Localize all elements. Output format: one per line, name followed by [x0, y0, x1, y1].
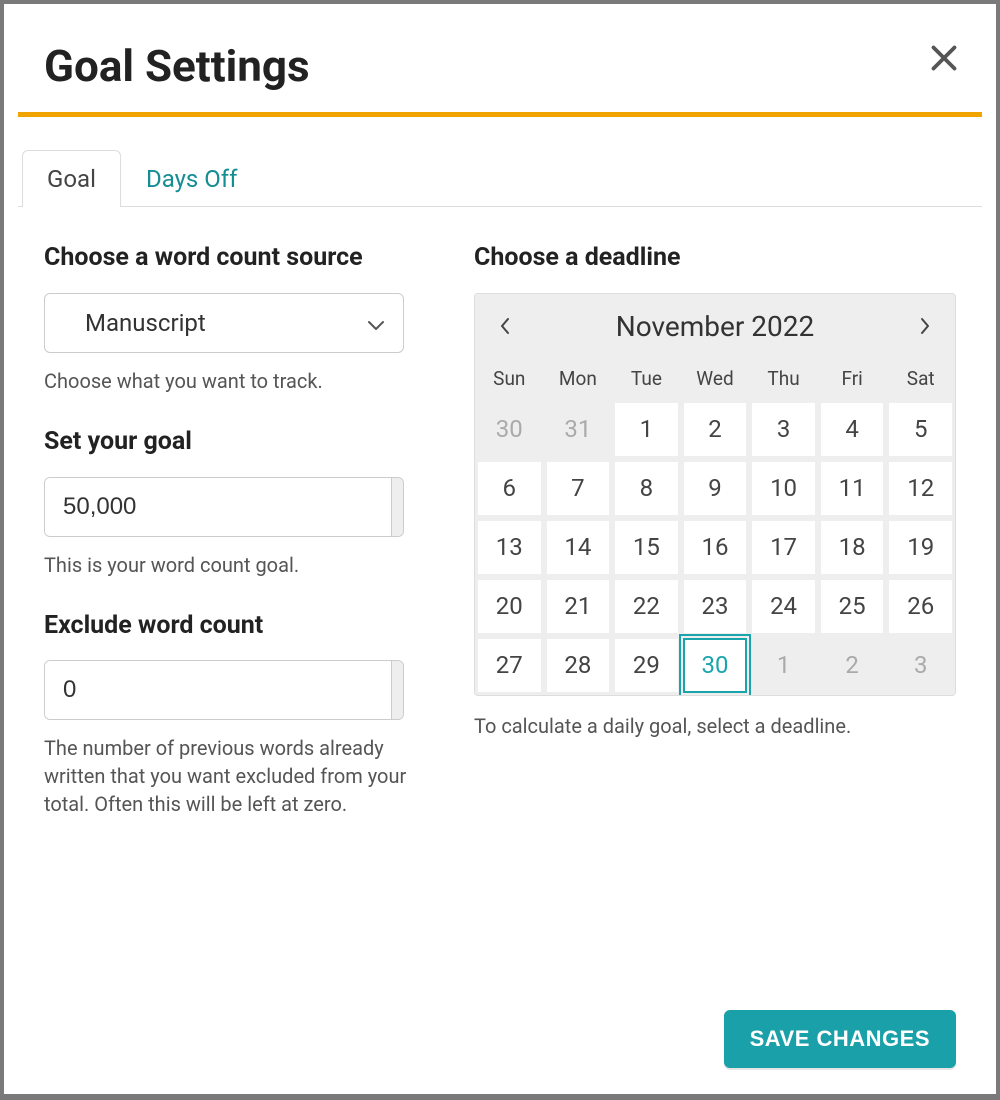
calendar-day[interactable]: 28: [546, 638, 611, 693]
calendar-day[interactable]: 8: [614, 461, 679, 516]
calendar-day: 2: [820, 638, 885, 693]
calendar-day[interactable]: 11: [820, 461, 885, 516]
calendar-day[interactable]: 25: [820, 579, 885, 634]
chevron-right-icon: [919, 317, 931, 335]
calendar-dow: Wed: [681, 359, 750, 400]
calendar-day[interactable]: 15: [614, 520, 679, 575]
goal-input-group: words: [44, 477, 404, 537]
close-button[interactable]: [926, 40, 962, 76]
source-value: Manuscript: [85, 309, 206, 337]
calendar-next-button[interactable]: [913, 314, 937, 338]
calendar-day[interactable]: 9: [683, 461, 748, 516]
right-column: Choose a deadline November 2022 SunMonTu…: [474, 241, 956, 848]
calendar-day[interactable]: 26: [888, 579, 953, 634]
source-helper: Choose what you want to track.: [44, 367, 444, 395]
calendar-day[interactable]: 5: [888, 402, 953, 457]
goal-helper: This is your word count goal.: [44, 551, 444, 579]
modal-footer: SAVE CHANGES: [724, 1010, 956, 1068]
calendar-day[interactable]: 23: [683, 579, 748, 634]
calendar-dow: Fri: [818, 359, 887, 400]
tab-days-off[interactable]: Days Off: [121, 150, 263, 207]
calendar-day[interactable]: 19: [888, 520, 953, 575]
exclude-input-group: words: [44, 660, 404, 720]
tabs: Goal Days Off: [18, 149, 982, 207]
calendar-day: 1: [751, 638, 816, 693]
tab-goal[interactable]: Goal: [22, 150, 121, 207]
calendar-day[interactable]: 4: [820, 402, 885, 457]
calendar-day[interactable]: 10: [751, 461, 816, 516]
calendar-day[interactable]: 16: [683, 520, 748, 575]
calendar-dow: Sun: [475, 359, 544, 400]
calendar-day: 30: [477, 402, 542, 457]
calendar-day[interactable]: 14: [546, 520, 611, 575]
deadline-helper: To calculate a daily goal, select a dead…: [474, 714, 956, 738]
exclude-suffix: words: [391, 661, 404, 719]
calendar-day[interactable]: 12: [888, 461, 953, 516]
save-changes-button[interactable]: SAVE CHANGES: [724, 1010, 956, 1068]
chevron-down-icon: [367, 309, 385, 337]
close-icon: [926, 40, 962, 76]
goal-title: Set your goal: [44, 425, 444, 459]
calendar-day[interactable]: 22: [614, 579, 679, 634]
calendar-prev-button[interactable]: [493, 314, 517, 338]
goal-input[interactable]: [45, 478, 391, 536]
calendar-month-label: November 2022: [616, 310, 814, 343]
source-section: Choose a word count source Manuscript Ch…: [44, 241, 444, 395]
exclude-section: Exclude word count words The number of p…: [44, 609, 444, 819]
calendar-day[interactable]: 27: [477, 638, 542, 693]
deadline-calendar: November 2022 SunMonTueWedThuFriSat30311…: [474, 293, 956, 696]
calendar-day: 31: [546, 402, 611, 457]
calendar-dow: Mon: [544, 359, 613, 400]
exclude-title: Exclude word count: [44, 609, 444, 643]
calendar-day[interactable]: 3: [751, 402, 816, 457]
content: Choose a word count source Manuscript Ch…: [4, 207, 996, 848]
calendar-day-selected[interactable]: 30: [683, 638, 748, 693]
source-select[interactable]: Manuscript: [44, 293, 404, 353]
calendar-day[interactable]: 6: [477, 461, 542, 516]
exclude-helper: The number of previous words already wri…: [44, 734, 444, 818]
source-title: Choose a word count source: [44, 241, 444, 275]
calendar-day[interactable]: 2: [683, 402, 748, 457]
left-column: Choose a word count source Manuscript Ch…: [44, 241, 444, 848]
calendar-day[interactable]: 1: [614, 402, 679, 457]
calendar-day[interactable]: 7: [546, 461, 611, 516]
exclude-input[interactable]: [45, 661, 391, 719]
goal-settings-modal: Goal Settings Goal Days Off Choose a wor…: [4, 4, 996, 1094]
calendar-day[interactable]: 21: [546, 579, 611, 634]
calendar-day[interactable]: 17: [751, 520, 816, 575]
modal-title: Goal Settings: [44, 40, 956, 92]
calendar-day[interactable]: 20: [477, 579, 542, 634]
calendar-day[interactable]: 24: [751, 579, 816, 634]
accent-bar: [18, 112, 982, 117]
calendar-dow: Sat: [886, 359, 955, 400]
calendar-day[interactable]: 18: [820, 520, 885, 575]
deadline-title: Choose a deadline: [474, 241, 956, 275]
calendar-grid: SunMonTueWedThuFriSat3031123456789101112…: [475, 359, 955, 695]
chevron-left-icon: [499, 317, 511, 335]
calendar-day[interactable]: 29: [614, 638, 679, 693]
goal-suffix: words: [391, 478, 404, 536]
modal-header: Goal Settings: [4, 4, 996, 112]
calendar-dow: Tue: [612, 359, 681, 400]
goal-section: Set your goal words This is your word co…: [44, 425, 444, 579]
calendar-header: November 2022: [475, 294, 955, 359]
calendar-day: 3: [888, 638, 953, 693]
calendar-dow: Thu: [749, 359, 818, 400]
calendar-day[interactable]: 13: [477, 520, 542, 575]
